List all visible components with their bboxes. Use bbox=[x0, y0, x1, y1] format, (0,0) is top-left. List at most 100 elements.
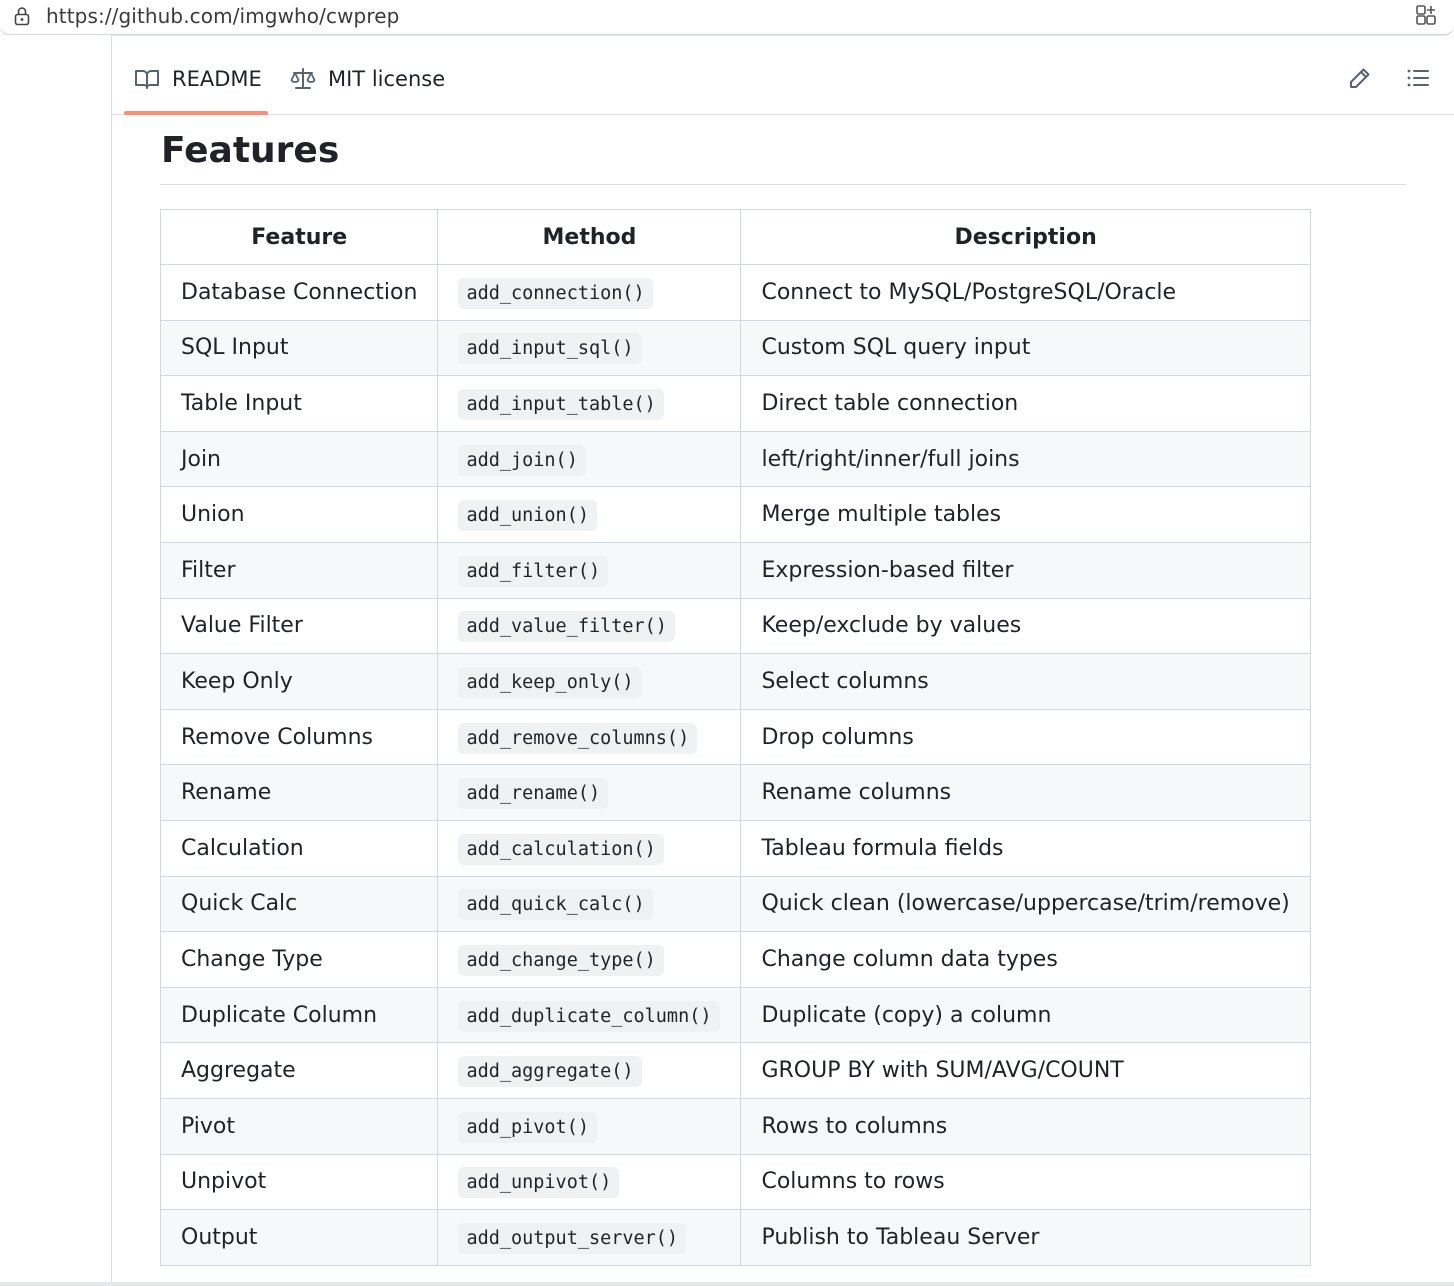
description-cell: GROUP BY with SUM/AVG/COUNT bbox=[740, 1042, 1311, 1099]
feature-cell: Unpivot bbox=[159, 1153, 439, 1211]
table-row: Keep Only add_keep_only() Select columns bbox=[159, 653, 1311, 710]
description-cell: Expression-based filter bbox=[740, 541, 1311, 599]
book-icon bbox=[135, 70, 159, 89]
method-cell: add_value_filter() bbox=[437, 597, 742, 655]
method-code: add_rename() bbox=[458, 778, 609, 810]
description-cell: Connect to MySQL/PostgreSQL/Oracle bbox=[740, 264, 1311, 321]
description-cell: Tableau formula fields bbox=[740, 819, 1311, 877]
method-code: add_remove_columns() bbox=[458, 722, 698, 754]
method-cell: add_quick_calc() bbox=[437, 875, 742, 933]
feature-cell: Remove Columns bbox=[159, 708, 439, 766]
bottom-divider bbox=[0, 1282, 1454, 1286]
table-row: Change Type add_change_type() Change colum… bbox=[159, 931, 1311, 988]
feature-cell: Change Type bbox=[159, 931, 439, 988]
method-cell: add_rename() bbox=[437, 764, 742, 821]
method-code: add_input_table() bbox=[458, 388, 664, 420]
feature-cell: Aggregate bbox=[159, 1042, 439, 1099]
method-cell: add_join() bbox=[437, 430, 742, 488]
feature-cell: Calculation bbox=[159, 819, 439, 877]
extensions-icon[interactable] bbox=[1414, 3, 1438, 27]
table-row: Unpivot add_unpivot() Columns to rows bbox=[159, 1153, 1311, 1211]
method-code: add_join() bbox=[458, 444, 586, 476]
readme-tabbar: README MIT license bbox=[112, 44, 1454, 115]
feature-cell: Output bbox=[159, 1209, 439, 1266]
feature-cell: Rename bbox=[159, 764, 439, 821]
feature-cell: SQL Input bbox=[159, 319, 439, 377]
method-cell: add_union() bbox=[437, 486, 742, 543]
table-row: SQL Input add_input_sql() Custom SQL query… bbox=[159, 319, 1311, 377]
table-row: Filter add_filter() Expression-based filte… bbox=[159, 541, 1311, 599]
method-cell: add_output_server() bbox=[437, 1209, 742, 1266]
table-row: Output add_output_server() Publish to Tabl… bbox=[159, 1209, 1311, 1266]
table-row: Pivot add_pivot() Rows to columns bbox=[159, 1097, 1311, 1155]
table-row: Aggregate add_aggregate() GROUP BY with SU… bbox=[159, 1042, 1311, 1099]
description-cell: Drop columns bbox=[740, 708, 1311, 766]
method-code: add_calculation() bbox=[458, 833, 664, 865]
law-scale-icon bbox=[290, 68, 316, 89]
table-row: Database Connection add_connection() Conne… bbox=[159, 264, 1311, 321]
table-row: Duplicate Column add_duplicate_column() Du… bbox=[159, 986, 1311, 1044]
feature-cell: Value Filter bbox=[159, 597, 439, 655]
table-body: Database Connection add_connection() Conne… bbox=[159, 264, 1311, 1266]
method-code: add_output_server() bbox=[458, 1222, 687, 1254]
active-tab-indicator bbox=[124, 111, 268, 115]
method-cell: add_unpivot() bbox=[437, 1153, 742, 1211]
method-cell: add_change_type() bbox=[437, 931, 742, 988]
feature-cell: Quick Calc bbox=[159, 875, 439, 933]
method-code: add_aggregate() bbox=[458, 1056, 642, 1088]
browser-address-bar: https://github.com/imgwho/cwprep bbox=[0, 0, 1454, 35]
description-cell: Custom SQL query input bbox=[740, 319, 1311, 377]
list-icon[interactable] bbox=[1406, 66, 1430, 95]
feature-cell: Table Input bbox=[159, 375, 439, 432]
method-code: add_input_sql() bbox=[458, 333, 642, 365]
feature-cell: Filter bbox=[159, 541, 439, 599]
feature-cell: Duplicate Column bbox=[159, 986, 439, 1044]
feature-cell: Union bbox=[159, 486, 439, 543]
method-code: add_value_filter() bbox=[458, 611, 675, 643]
heading-divider bbox=[160, 184, 1406, 185]
method-code: add_connection() bbox=[458, 277, 653, 309]
table-header-row: Feature Method Description bbox=[159, 209, 1311, 265]
tab-license[interactable]: MIT license bbox=[290, 44, 445, 114]
section-heading: Features bbox=[161, 130, 340, 171]
method-cell: add_duplicate_column() bbox=[437, 986, 742, 1044]
method-cell: add_input_sql() bbox=[437, 319, 742, 377]
description-cell: Publish to Tableau Server bbox=[740, 1209, 1311, 1266]
feature-cell: Database Connection bbox=[159, 264, 439, 321]
method-code: add_duplicate_column() bbox=[458, 1000, 720, 1032]
method-cell: add_aggregate() bbox=[437, 1042, 742, 1099]
table-row: Rename add_rename() Rename columns bbox=[159, 764, 1311, 821]
method-cell: add_connection() bbox=[437, 264, 742, 321]
description-cell: Rows to columns bbox=[740, 1097, 1311, 1155]
method-cell: add_filter() bbox=[437, 541, 742, 599]
url-field[interactable]: https://github.com/imgwho/cwprep bbox=[46, 4, 399, 28]
tab-readme-label: README bbox=[172, 67, 262, 91]
description-cell: Keep/exclude by values bbox=[740, 597, 1311, 655]
tab-readme[interactable]: README bbox=[134, 44, 262, 114]
column-header-description: Description bbox=[740, 209, 1311, 265]
table-row: Table Input add_input_table() Direct table… bbox=[159, 375, 1311, 432]
method-code: add_filter() bbox=[458, 555, 609, 587]
description-cell: Columns to rows bbox=[740, 1153, 1311, 1211]
feature-cell: Keep Only bbox=[159, 653, 439, 710]
description-cell: Direct table connection bbox=[740, 375, 1311, 432]
readme-container: README MIT license Features Feature Meth… bbox=[112, 44, 1454, 1286]
left-gutter bbox=[0, 35, 112, 1286]
method-cell: add_keep_only() bbox=[437, 653, 742, 710]
method-code: add_union() bbox=[458, 500, 597, 532]
method-code: add_change_type() bbox=[458, 944, 664, 976]
method-cell: add_input_table() bbox=[437, 375, 742, 432]
table-row: Remove Columns add_remove_columns() Drop c… bbox=[159, 708, 1311, 766]
table-row: Calculation add_calculation() Tableau form… bbox=[159, 819, 1311, 877]
description-cell: Select columns bbox=[740, 653, 1311, 710]
pencil-icon[interactable] bbox=[1348, 66, 1372, 95]
lock-icon[interactable] bbox=[12, 6, 32, 26]
description-cell: Duplicate (copy) a column bbox=[740, 986, 1311, 1044]
description-cell: Change column data types bbox=[740, 931, 1311, 988]
feature-cell: Pivot bbox=[159, 1097, 439, 1155]
method-cell: add_calculation() bbox=[437, 819, 742, 877]
description-cell: Rename columns bbox=[740, 764, 1311, 821]
description-cell: Merge multiple tables bbox=[740, 486, 1311, 543]
tab-license-label: MIT license bbox=[328, 67, 446, 91]
features-table: Feature Method Description Database Conn… bbox=[159, 209, 1311, 1266]
